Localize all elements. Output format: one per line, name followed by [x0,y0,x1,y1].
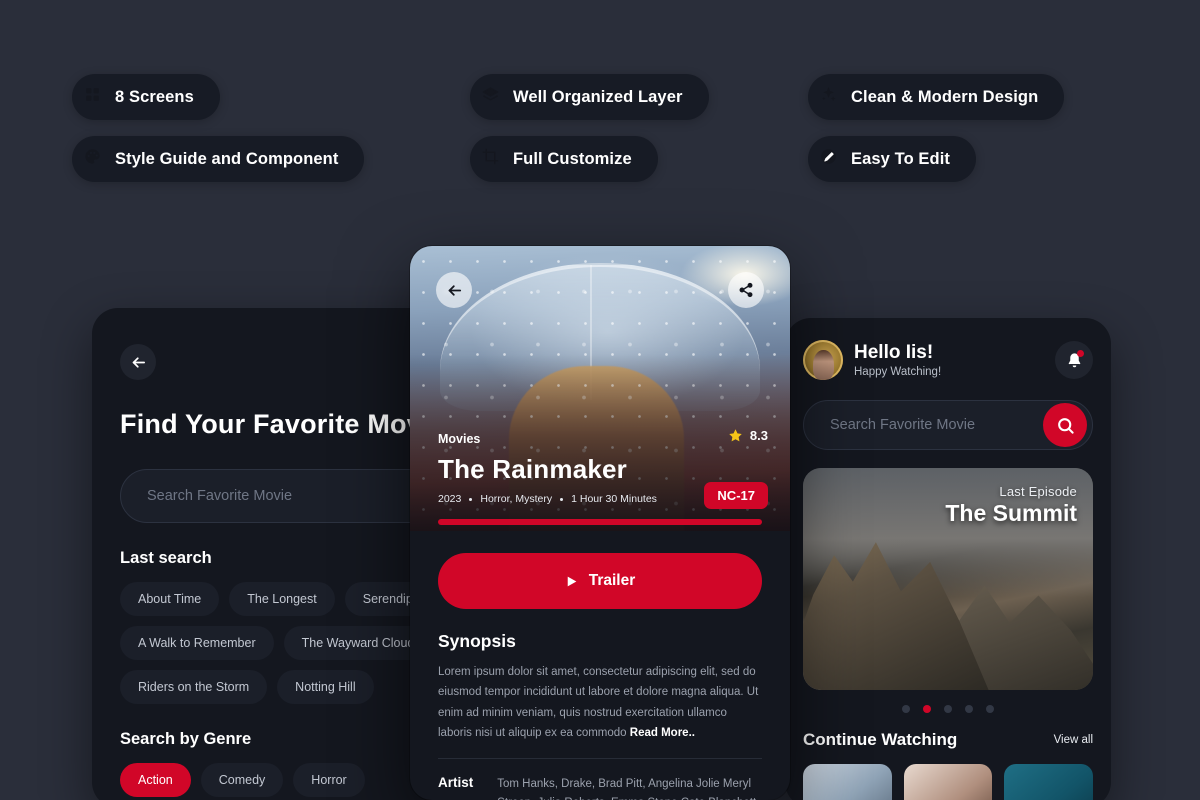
read-more-link[interactable]: Read More.. [630,727,695,739]
last-search-chip[interactable]: A Walk to Remember [120,626,274,661]
movie-duration: 1 Hour 30 Minutes [571,493,657,505]
carousel-dots[interactable] [803,705,1093,713]
poster-meta: Movies The Rainmaker 2023 Horror, Myster… [438,432,768,505]
meta-separator [469,497,473,501]
feature-badge-8-screens[interactable]: 8 Screens [72,74,220,120]
carousel-dot[interactable] [902,705,910,713]
meta-separator [560,497,564,501]
progress-bar[interactable] [438,519,762,525]
last-search-chip[interactable]: The Longest [229,582,335,617]
feature-badge-label: 8 Screens [115,87,194,106]
last-search-chip[interactable]: Riders on the Storm [120,670,268,705]
feature-badge-label: Full Customize [513,149,632,168]
artist-names: Tom Hanks, Drake, Brad Pitt, Angelina Jo… [497,777,759,800]
hero-title: The Summit [945,500,1077,526]
movie-poster: 8.3 NC-17 Movies The Rainmaker 2023 Horr… [410,246,790,531]
screenshot-stage: 8 Screens Style Guide and Component Well O… [0,0,1200,800]
pencil-icon [820,148,837,170]
detail-body: Trailer Synopsis Lorem ipsum dolor sit a… [410,531,790,800]
greeting-subtitle: Happy Watching! [854,366,942,379]
greeting-block: Hello Iis! Happy Watching! [854,342,941,379]
view-all-link[interactable]: View all [1054,734,1093,746]
share-icon [739,282,753,298]
share-button[interactable] [728,272,764,308]
trailer-button[interactable]: Trailer [438,553,762,609]
last-search-chip[interactable]: About Time [120,582,220,617]
list-item[interactable] [903,764,993,800]
feature-badge-clean-modern-design[interactable]: Clean & Modern Design [808,74,1065,120]
feature-badge-easy-to-edit[interactable]: Easy To Edit [808,136,976,182]
home-search-placeholder: Search Favorite Movie [830,417,976,433]
genre-chip[interactable]: Comedy [200,763,284,798]
layers-icon [482,86,499,108]
last-search-chip[interactable]: Notting Hill [277,670,374,705]
hero-banner[interactable]: Last Episode The Summit [803,468,1093,690]
hero-labels: Last Episode The Summit [945,484,1077,527]
search-icon [1057,417,1074,434]
movie-year: 2023 [438,493,462,505]
trailer-label: Trailer [588,572,636,589]
synopsis-text: Lorem ipsum dolor sit amet, consectetur … [438,662,762,744]
feature-badge-label: Clean & Modern Design [851,87,1039,106]
divider [438,757,762,759]
continue-watching-header: Continue Watching View all [803,730,1093,750]
continue-watching-title: Continue Watching [803,730,958,749]
feature-badge-label: Style Guide and Component [115,149,339,168]
feature-badge-label: Well Organized Layer [513,87,683,106]
synopsis-heading: Synopsis [438,631,516,651]
play-icon [567,576,577,586]
feature-badge-full-customize[interactable]: Full Customize [470,136,658,182]
feature-badge-label: Easy To Edit [851,149,950,168]
list-item[interactable] [1004,764,1094,800]
back-arrow-icon [448,284,461,296]
sparkle-icon [820,86,837,108]
search-placeholder: Search Favorite Movie [147,488,293,505]
genre-chip[interactable]: Horror [293,763,365,798]
genre-chip[interactable]: Action [120,763,191,798]
carousel-dot[interactable] [944,705,952,713]
carousel-dot[interactable] [923,705,931,713]
artist-label: Artist [438,774,474,790]
movie-detail-card: 8.3 NC-17 Movies The Rainmaker 2023 Horr… [410,246,790,800]
carousel-dot[interactable] [986,705,994,713]
detail-back-button[interactable] [436,272,472,308]
home-search-input[interactable]: Search Favorite Movie [803,400,1093,450]
movie-title: The Rainmaker [438,454,628,484]
list-item[interactable] [803,764,892,800]
grid-icon [84,86,101,108]
notification-button[interactable] [1055,341,1093,379]
crop-icon [482,148,499,170]
continue-watching-list [803,764,1094,800]
artist-row: Artist Tom Hanks, Drake, Brad Pitt, Ange… [438,775,762,800]
movie-genres: Horror, Mystery [480,493,553,505]
notification-dot [1077,350,1084,357]
back-button[interactable] [120,344,156,380]
carousel-dot[interactable] [965,705,973,713]
synopsis-body: Lorem ipsum dolor sit amet, consectetur … [438,666,759,740]
feature-badge-well-organized-layer[interactable]: Well Organized Layer [470,74,709,120]
feature-badge-style-guide-and-component[interactable]: Style Guide and Component [72,136,365,182]
avatar[interactable] [803,340,843,380]
home-screen-card: Hello Iis! Happy Watching! Search Favori… [785,318,1111,800]
palette-icon [84,148,101,170]
movie-meta-row: 2023 Horror, Mystery 1 Hour 30 Minutes [438,493,768,505]
back-arrow-icon [132,356,145,368]
greeting-title: Hello Iis! [854,341,934,363]
home-search-button[interactable] [1043,403,1087,447]
home-header: Hello Iis! Happy Watching! [803,340,1093,380]
hero-kicker: Last Episode [999,484,1077,499]
category-label: Movies [438,432,481,446]
